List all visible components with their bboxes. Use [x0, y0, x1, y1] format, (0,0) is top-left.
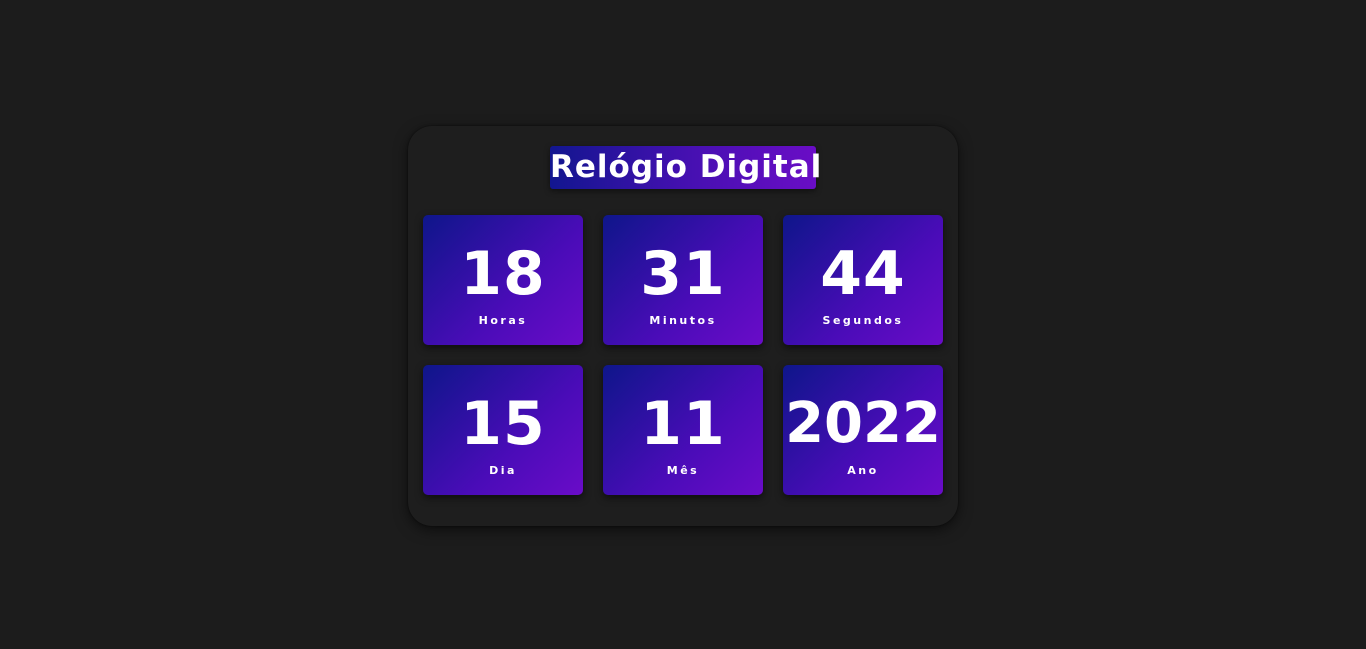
- minutes-tile: 31 Minutos: [603, 215, 763, 345]
- hours-value: 18: [460, 239, 546, 309]
- day-label: Dia: [489, 464, 517, 477]
- day-tile: 15 Dia: [423, 365, 583, 495]
- hours-tile: 18 Horas: [423, 215, 583, 345]
- seconds-tile: 44 Segundos: [783, 215, 943, 345]
- minutes-label: Minutos: [649, 314, 717, 327]
- month-label: Mês: [666, 464, 700, 477]
- minutes-value: 31: [640, 239, 726, 309]
- month-tile: 11 Mês: [603, 365, 763, 495]
- year-value: 2022: [785, 391, 941, 456]
- clock-panel: Relógio Digital 18 Horas 31 Minutos 44 S…: [408, 126, 958, 526]
- year-tile: 2022 Ano: [783, 365, 943, 495]
- seconds-label: Segundos: [822, 314, 904, 327]
- hours-label: Horas: [478, 314, 528, 327]
- page-title: Relógio Digital: [550, 146, 821, 189]
- seconds-value: 44: [820, 239, 906, 309]
- month-value: 11: [640, 389, 726, 459]
- day-value: 15: [460, 389, 546, 459]
- year-label: Ano: [847, 464, 879, 477]
